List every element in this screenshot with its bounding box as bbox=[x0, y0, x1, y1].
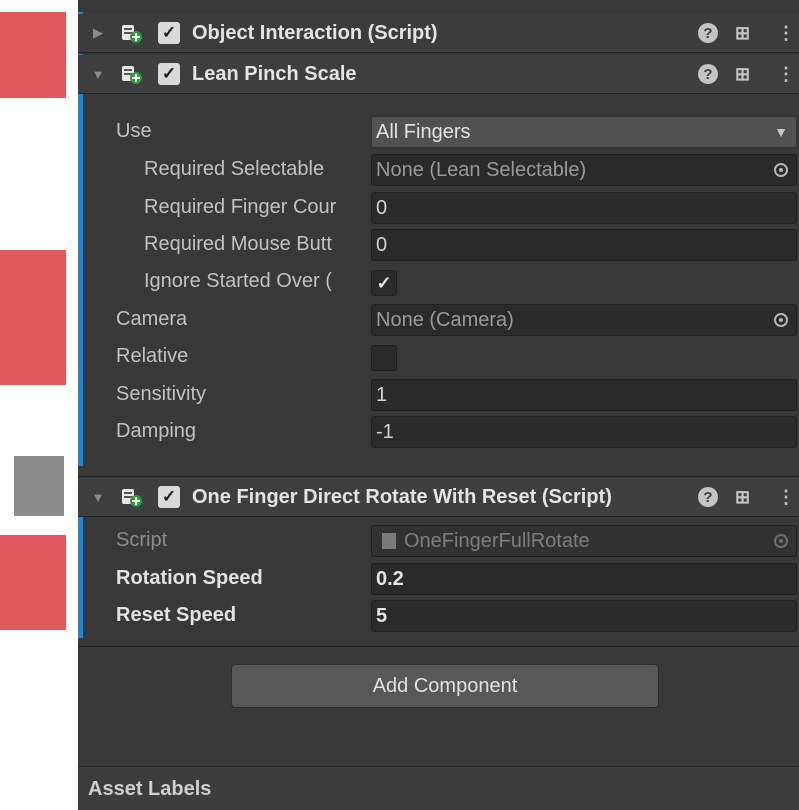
property-label: Sensitivity bbox=[116, 383, 207, 405]
component-title: Object Interaction (Script) bbox=[192, 21, 438, 44]
object-picker-icon[interactable] bbox=[774, 163, 788, 177]
kebab-menu-icon[interactable]: ⋮ bbox=[777, 64, 795, 85]
property-label: Use bbox=[116, 120, 152, 142]
property-row-damping: Damping -1 bbox=[78, 414, 799, 450]
component-divider bbox=[78, 646, 799, 647]
expand-arrow-icon[interactable]: ▶ bbox=[91, 25, 105, 41]
collapse-arrow-icon[interactable]: ▼ bbox=[91, 490, 105, 505]
property-row-reset-speed: Reset Speed 5 bbox=[78, 598, 799, 634]
required-finger-count-input[interactable]: 0 bbox=[371, 192, 797, 224]
property-row-required-mouse-buttons: Required Mouse Butt 0 bbox=[78, 227, 799, 263]
property-label: Reset Speed bbox=[116, 604, 237, 626]
object-picker-icon bbox=[774, 534, 788, 548]
help-icon[interactable]: ? bbox=[698, 487, 718, 507]
property-row-use: Use All Fingers ▼ bbox=[78, 114, 799, 150]
camera-field[interactable]: None (Camera) bbox=[371, 304, 797, 336]
property-label: Relative bbox=[116, 345, 189, 367]
property-row-required-finger-count: Required Finger Cour 0 bbox=[78, 190, 799, 226]
dropdown-caret-icon: ▼ bbox=[774, 124, 788, 140]
property-label: Script bbox=[116, 529, 168, 551]
component-header-object-interaction[interactable]: ▶ ✓ Object Interaction (Script) ? ⊞ ⋮ bbox=[78, 14, 799, 53]
property-row-rotation-speed: Rotation Speed 0.2 bbox=[78, 561, 799, 597]
script-component-icon bbox=[121, 22, 143, 44]
component-enabled-checkbox[interactable]: ✓ bbox=[158, 22, 180, 44]
help-icon[interactable]: ? bbox=[698, 23, 718, 43]
script-field: OneFingerFullRotate bbox=[371, 525, 797, 557]
script-file-icon bbox=[382, 533, 396, 549]
property-row-required-selectable: Required Selectable None (Lean Selectabl… bbox=[78, 152, 799, 188]
inspector-panel: ▶ ✓ Object Interaction (Script) ? ⊞ ⋮ ▼ … bbox=[78, 0, 799, 810]
property-label: Required Finger Cour bbox=[144, 196, 337, 218]
use-dropdown[interactable]: All Fingers ▼ bbox=[371, 116, 797, 148]
add-component-button[interactable]: Add Component bbox=[231, 664, 659, 708]
property-row-camera: Camera None (Camera) bbox=[78, 302, 799, 338]
property-label: Ignore Started Over ( bbox=[144, 270, 332, 292]
property-row-sensitivity: Sensitivity 1 bbox=[78, 377, 799, 413]
asset-labels-bar[interactable]: Asset Labels bbox=[78, 766, 799, 810]
property-label: Camera bbox=[116, 308, 188, 330]
kebab-menu-icon[interactable]: ⋮ bbox=[777, 23, 795, 44]
damping-input[interactable]: -1 bbox=[371, 416, 797, 448]
component-header-lean-pinch-scale[interactable]: ▼ ✓ Lean Pinch Scale ? ⊞ ⋮ bbox=[78, 55, 799, 94]
kebab-menu-icon[interactable]: ⋮ bbox=[777, 487, 795, 508]
asset-labels-title: Asset Labels bbox=[88, 778, 212, 800]
component-header-one-finger-rotate[interactable]: ▼ ✓ One Finger Direct Rotate With Reset … bbox=[78, 478, 799, 517]
property-row-relative: Relative bbox=[78, 339, 799, 375]
component-divider bbox=[78, 476, 799, 477]
presets-icon[interactable]: ⊞ bbox=[735, 23, 750, 44]
reset-speed-input[interactable]: 5 bbox=[371, 600, 797, 632]
sensitivity-input[interactable]: 1 bbox=[371, 379, 797, 411]
property-row-ignore-started-over-gui: Ignore Started Over ( ✓ bbox=[78, 264, 799, 300]
presets-icon[interactable]: ⊞ bbox=[735, 64, 750, 85]
component-enabled-checkbox[interactable]: ✓ bbox=[158, 486, 180, 508]
component-title: One Finger Direct Rotate With Reset (Scr… bbox=[192, 485, 612, 508]
help-icon[interactable]: ? bbox=[698, 64, 718, 84]
property-label: Required Mouse Butt bbox=[144, 233, 332, 255]
component-enabled-checkbox[interactable]: ✓ bbox=[158, 63, 180, 85]
property-label: Damping bbox=[116, 420, 197, 442]
property-row-script: Script OneFingerFullRotate bbox=[78, 523, 799, 559]
script-component-icon bbox=[121, 486, 143, 508]
ignore-started-over-gui-checkbox[interactable]: ✓ bbox=[371, 270, 397, 296]
presets-icon[interactable]: ⊞ bbox=[735, 487, 750, 508]
required-selectable-field[interactable]: None (Lean Selectable) bbox=[371, 154, 797, 186]
required-mouse-buttons-input[interactable]: 0 bbox=[371, 229, 797, 261]
property-label: Required Selectable bbox=[144, 158, 325, 180]
collapse-arrow-icon[interactable]: ▼ bbox=[91, 67, 105, 82]
property-label: Rotation Speed bbox=[116, 567, 263, 589]
script-component-icon bbox=[121, 63, 143, 85]
rotation-speed-input[interactable]: 0.2 bbox=[371, 563, 797, 595]
component-title: Lean Pinch Scale bbox=[192, 62, 357, 85]
relative-checkbox[interactable] bbox=[371, 345, 397, 371]
object-picker-icon[interactable] bbox=[774, 313, 788, 327]
